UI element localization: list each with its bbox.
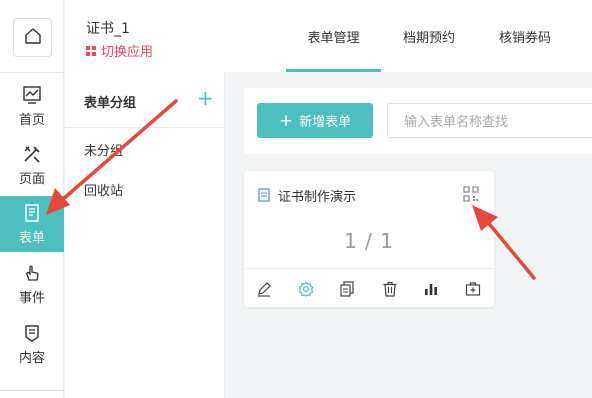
home-button[interactable] — [13, 18, 52, 57]
switch-app-link[interactable]: 切换应用 — [86, 41, 153, 60]
form-group-panel: 表单分组 + 未分组 回收站 — [65, 72, 225, 398]
nav-item-content[interactable]: 内容 — [0, 316, 64, 372]
group-item-ungrouped[interactable]: 未分组 — [84, 140, 123, 159]
group-item-recycle-bin[interactable]: 回收站 — [84, 180, 123, 199]
nav-item-page[interactable]: 页面 — [0, 137, 64, 193]
nav-label: 事件 — [18, 291, 45, 306]
nav-label: 页面 — [18, 172, 45, 187]
left-nav: 首页 页面 表单 事件 内容 — [0, 0, 64, 398]
nav-label: 内容 — [18, 351, 45, 366]
tools-icon — [21, 143, 43, 165]
card-actions — [244, 279, 494, 301]
settings-icon[interactable] — [296, 279, 316, 299]
chart-icon — [21, 84, 43, 106]
nav-divider — [0, 72, 64, 73]
edit-icon[interactable] — [254, 279, 274, 299]
card-divider — [244, 268, 494, 269]
form-submission-count: 1 / 1 — [344, 229, 394, 253]
tab-coupon-redeem[interactable]: 核销券码 — [477, 0, 573, 72]
top-tabs: 表单管理 档期预约 核销券码 — [286, 0, 573, 72]
export-icon[interactable] — [463, 279, 483, 299]
home-icon — [24, 27, 42, 49]
qr-code-icon[interactable] — [463, 186, 479, 206]
touch-icon — [21, 262, 43, 284]
nav-item-form[interactable]: 表单 — [0, 196, 64, 252]
nav-divider — [0, 390, 64, 391]
group-title: 表单分组 — [84, 96, 137, 111]
apps-grid-icon — [86, 45, 96, 56]
nav-item-home[interactable]: 首页 — [0, 78, 64, 134]
tab-form-management[interactable]: 表单管理 — [286, 0, 381, 72]
add-group-button[interactable]: + — [197, 88, 214, 108]
nav-item-event[interactable]: 事件 — [0, 256, 64, 312]
tab-schedule-booking[interactable]: 档期预约 — [381, 0, 477, 72]
form-search-input[interactable]: 输入表单名称查找 — [387, 103, 592, 138]
switch-app-label: 切换应用 — [101, 45, 154, 60]
nav-label: 首页 — [18, 113, 45, 128]
app-title: 证书_1 — [86, 21, 130, 37]
nav-label: 表单 — [18, 231, 45, 246]
form-name: 证书制作演示 — [278, 190, 357, 205]
form-icon — [21, 202, 43, 224]
form-card[interactable]: 证书制作演示 1 / 1 — [244, 171, 494, 307]
copy-icon[interactable] — [337, 279, 357, 299]
new-form-label: 新增表单 — [299, 115, 352, 130]
group-header: 表单分组 + — [65, 72, 225, 128]
document-icon — [258, 187, 270, 206]
stats-icon[interactable] — [421, 279, 441, 299]
content-icon — [21, 322, 43, 344]
new-form-button[interactable]: + 新增表单 — [257, 103, 373, 138]
plus-icon: + — [278, 110, 294, 131]
delete-icon[interactable] — [380, 279, 400, 299]
